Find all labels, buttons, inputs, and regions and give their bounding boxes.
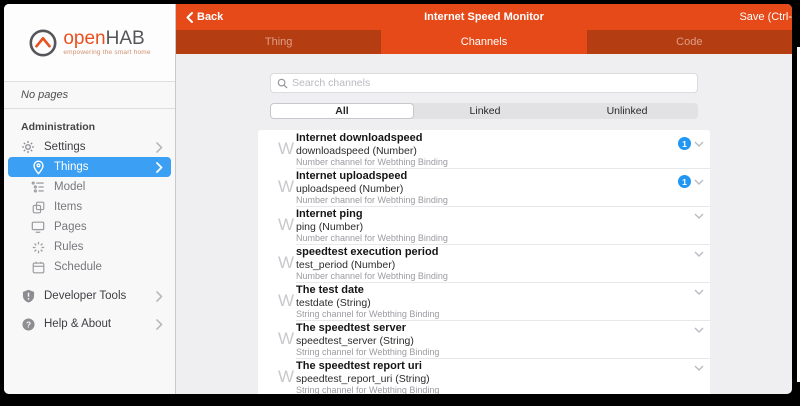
linked-items-badge: 1	[678, 137, 691, 150]
openhab-logo: openHAB empowering the smart home	[4, 4, 175, 82]
channel-row-speedtest-report-uri[interactable]: W The speedtest report uri speedtest_rep…	[258, 358, 710, 394]
chevron-down-icon[interactable]	[694, 213, 704, 219]
calendar-icon	[30, 261, 46, 274]
webthing-binding-icon: W	[278, 291, 294, 311]
search-icon	[277, 78, 288, 89]
channel-row-ping[interactable]: W Internet ping ping (Number) Number cha…	[258, 206, 710, 244]
channel-row-test-period[interactable]: W speedtest execution period test_period…	[258, 244, 710, 282]
sidebar: openHAB empowering the smart home No pag…	[4, 4, 176, 394]
chevron-down-icon[interactable]	[694, 141, 704, 147]
monitor-icon	[30, 220, 46, 234]
webthing-binding-icon: W	[278, 215, 294, 235]
sidebar-item-developer-tools[interactable]: Developer Tools	[4, 286, 175, 306]
brand-name: openHAB	[63, 29, 150, 48]
segment-linked[interactable]: Linked	[414, 103, 556, 119]
webthing-binding-icon: W	[278, 329, 294, 349]
save-button[interactable]: Save (Ctrl-	[702, 11, 792, 23]
channel-row-uploadspeed[interactable]: W Internet uploadspeed uploadspeed (Numb…	[258, 168, 710, 206]
chevron-right-icon	[156, 162, 163, 173]
webthing-binding-icon: W	[278, 139, 294, 159]
webthing-binding-icon: W	[278, 253, 294, 273]
sparkle-icon	[30, 241, 46, 254]
sidebar-nav: Settings Things	[4, 137, 175, 277]
segment-all[interactable]: All	[270, 103, 414, 119]
sidebar-item-rules[interactable]: Rules	[4, 237, 175, 257]
administration-section-label: Administration	[21, 121, 175, 133]
channel-row-downloadspeed[interactable]: W Internet downloadspeed downloadspeed (…	[258, 130, 710, 168]
chevron-down-icon[interactable]	[694, 179, 704, 185]
channel-list: W Internet downloadspeed downloadspeed (…	[258, 130, 710, 394]
tab-thing[interactable]: Thing	[176, 30, 381, 54]
search-bar	[270, 73, 698, 93]
channels-panel: All Linked Unlinked W Internet downloads…	[176, 54, 792, 394]
app-window: openHAB empowering the smart home No pag…	[4, 4, 792, 394]
sidebar-item-schedule[interactable]: Schedule	[4, 257, 175, 277]
chevron-down-icon[interactable]	[694, 289, 704, 295]
shield-icon	[20, 289, 36, 303]
filter-segmented-control: All Linked Unlinked	[270, 103, 698, 119]
sidebar-item-items[interactable]: Items	[4, 197, 175, 217]
svg-text:?: ?	[25, 319, 30, 329]
webthing-binding-icon: W	[278, 367, 294, 387]
tab-channels[interactable]: Channels	[381, 30, 586, 54]
sidebar-item-help-about[interactable]: ? Help & About	[4, 314, 175, 334]
chevron-down-icon[interactable]	[694, 365, 704, 371]
linked-items-badge: 1	[678, 175, 691, 188]
search-input[interactable]	[292, 77, 691, 89]
sidebar-footer: Developer Tools ? Help & About	[4, 286, 175, 334]
webthing-binding-icon: W	[278, 177, 294, 197]
back-button[interactable]: Back	[176, 11, 266, 23]
brand-tagline: empowering the smart home	[63, 49, 150, 56]
channel-row-testdate[interactable]: W The test date testdate (String) String…	[258, 282, 710, 320]
chevron-down-icon[interactable]	[694, 327, 704, 333]
chevron-right-icon	[156, 142, 163, 153]
page-title: Internet Speed Monitor	[266, 11, 702, 23]
chevron-down-icon[interactable]	[694, 251, 704, 257]
model-tree-icon	[30, 180, 46, 194]
channel-row-speedtest-server[interactable]: W The speedtest server speedtest_server …	[258, 320, 710, 358]
tab-code[interactable]: Code	[587, 30, 792, 54]
chevron-right-icon	[156, 319, 163, 330]
gear-icon	[20, 140, 36, 154]
chevron-left-icon	[186, 12, 193, 23]
chevron-right-icon	[156, 291, 163, 302]
openhab-logo-icon	[28, 28, 58, 58]
help-circle-icon: ?	[20, 318, 36, 331]
thing-tabbar: Thing Channels Code	[176, 30, 792, 54]
sidebar-item-settings[interactable]: Settings	[4, 137, 175, 157]
page-header: Back Internet Speed Monitor Save (Ctrl-	[176, 4, 792, 30]
segment-unlinked[interactable]: Unlinked	[556, 103, 698, 119]
copy-squares-icon	[30, 201, 46, 214]
no-pages-label: No pages	[4, 82, 175, 109]
sidebar-item-things[interactable]: Things	[8, 157, 171, 177]
sidebar-item-pages[interactable]: Pages	[4, 217, 175, 237]
location-pin-icon	[30, 160, 46, 175]
sidebar-item-model[interactable]: Model	[4, 177, 175, 197]
